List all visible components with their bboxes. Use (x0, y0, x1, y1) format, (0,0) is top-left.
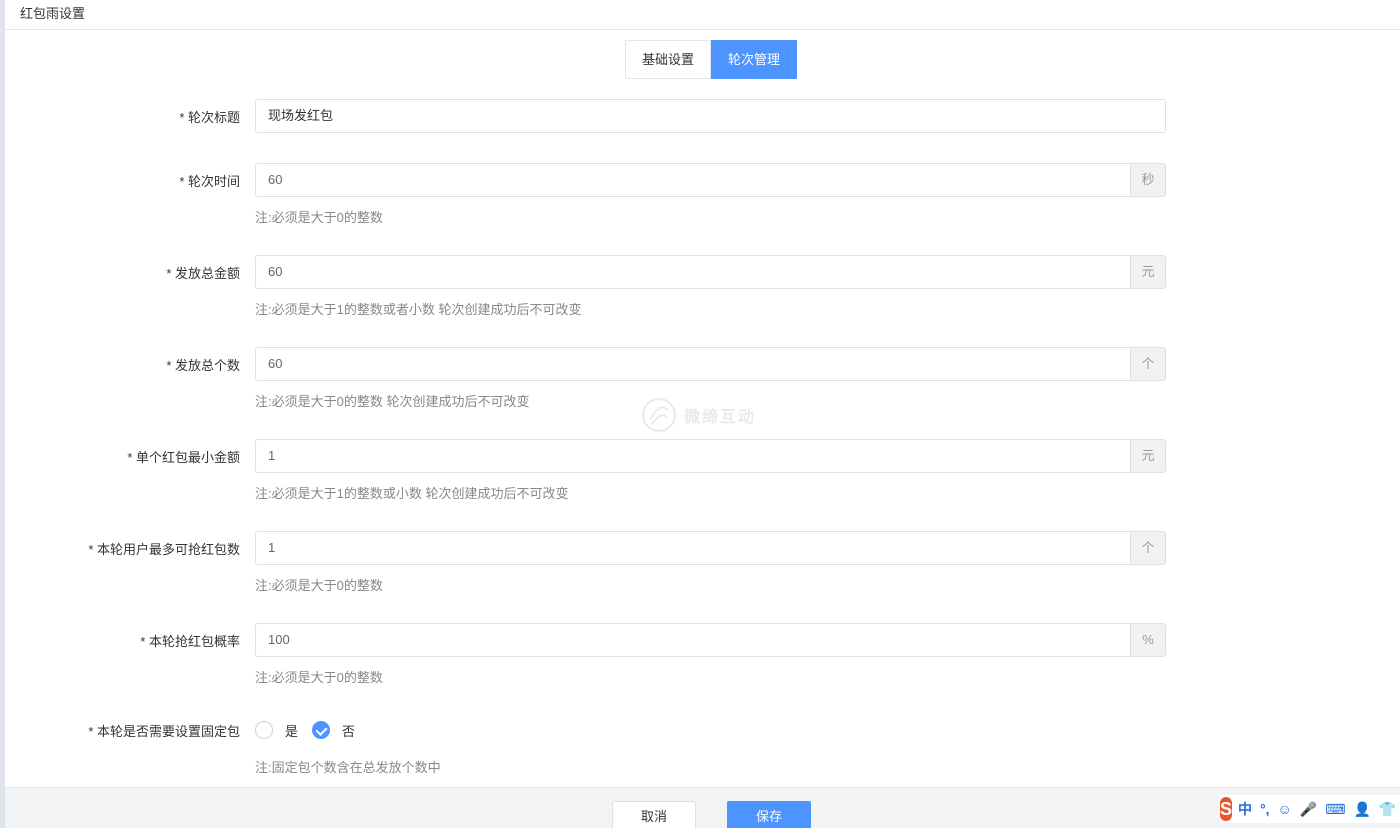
watermark-text: 微缔互动 (684, 409, 757, 426)
round-time-input[interactable]: 60 (255, 163, 1131, 197)
ime-keyboard-icon[interactable]: ⌨ (1325, 801, 1345, 818)
ime-punctuation-icon[interactable]: °, (1260, 801, 1270, 817)
count-suffix: 个 (1131, 531, 1166, 565)
tab-round-management[interactable]: 轮次管理 (711, 40, 798, 79)
probability-note: 注:必须是大于0的整数 (255, 670, 383, 685)
ime-toolbar: S 中 °, ☺ 🎤 ⌨ 👤 👕 (1220, 795, 1400, 823)
fixed-packet-label: * 本轮是否需要设置固定包 (88, 724, 240, 739)
total-amount-input[interactable]: 60 (255, 255, 1131, 289)
probability-label: * 本轮抢红包概率 (140, 634, 240, 649)
ime-chinese-mode[interactable]: 中 (1238, 799, 1252, 819)
watermark-logo-icon (642, 398, 676, 432)
radio-no-label: 否 (342, 723, 356, 739)
left-edge-strip (0, 0, 5, 828)
round-title-wrap: 现场发红包 (255, 99, 1166, 133)
ime-voice-icon[interactable]: 🎤 (1300, 801, 1317, 818)
ime-user-icon[interactable]: 👤 (1353, 801, 1370, 818)
max-per-user-note: 注:必须是大于0的整数 (255, 578, 383, 593)
probability-wrap: 100 % (255, 623, 1166, 657)
seconds-suffix: 秒 (1131, 163, 1166, 197)
max-per-user-wrap: 1 个 (255, 531, 1166, 565)
footer-bar: 取消 保存 (5, 787, 1400, 828)
min-amount-input[interactable]: 1 (255, 439, 1131, 473)
ime-emoji-icon[interactable]: ☺ (1278, 801, 1292, 817)
tab-basic-settings[interactable]: 基础设置 (625, 40, 712, 79)
probability-input[interactable]: 100 (255, 623, 1131, 657)
total-count-input[interactable]: 60 (255, 347, 1131, 381)
total-count-note: 注:必须是大于0的整数 轮次创建成功后不可改变 (255, 394, 530, 409)
count-suffix: 个 (1131, 347, 1166, 381)
total-amount-wrap: 60 元 (255, 255, 1166, 289)
sogou-logo-icon[interactable]: S (1220, 797, 1233, 821)
page-header: 红包雨设置 (5, 0, 1400, 30)
radio-yes-label: 是 (285, 723, 299, 739)
page-title: 红包雨设置 (20, 6, 86, 21)
total-count-wrap: 60 个 (255, 347, 1166, 381)
radio-no-circle[interactable] (312, 721, 331, 739)
yuan-suffix: 元 (1131, 439, 1166, 473)
min-amount-wrap: 1 元 (255, 439, 1166, 473)
percent-suffix: % (1131, 623, 1166, 657)
radio-no[interactable]: 否 (312, 721, 355, 740)
radio-yes[interactable]: 是 (255, 721, 298, 740)
tab-bar: 基础设置 轮次管理 (625, 40, 798, 79)
round-time-label: * 轮次时间 (179, 174, 240, 189)
fixed-packet-radio-group: 是 否 (255, 713, 369, 747)
cancel-button[interactable]: 取消 (612, 801, 696, 828)
radio-yes-circle[interactable] (255, 721, 273, 739)
round-title-input[interactable]: 现场发红包 (255, 99, 1166, 133)
round-title-label: * 轮次标题 (179, 110, 240, 125)
save-button[interactable]: 保存 (727, 801, 811, 828)
round-time-note: 注:必须是大于0的整数 (255, 210, 383, 225)
min-amount-note: 注:必须是大于1的整数或小数 轮次创建成功后不可改变 (255, 486, 569, 501)
total-amount-note: 注:必须是大于1的整数或者小数 轮次创建成功后不可改变 (255, 302, 582, 317)
yuan-suffix: 元 (1131, 255, 1166, 289)
fixed-packet-note: 注:固定包个数含在总发放个数中 (255, 760, 441, 775)
total-count-label: * 发放总个数 (166, 358, 240, 373)
ime-skin-icon[interactable]: 👕 (1379, 801, 1396, 818)
total-amount-label: * 发放总金额 (166, 266, 240, 281)
max-per-user-input[interactable]: 1 (255, 531, 1131, 565)
max-per-user-label: * 本轮用户最多可抢红包数 (88, 542, 240, 557)
watermark: 微缔互动 (640, 395, 765, 435)
min-amount-label: * 单个红包最小金额 (127, 450, 240, 465)
round-time-wrap: 60 秒 (255, 163, 1166, 197)
